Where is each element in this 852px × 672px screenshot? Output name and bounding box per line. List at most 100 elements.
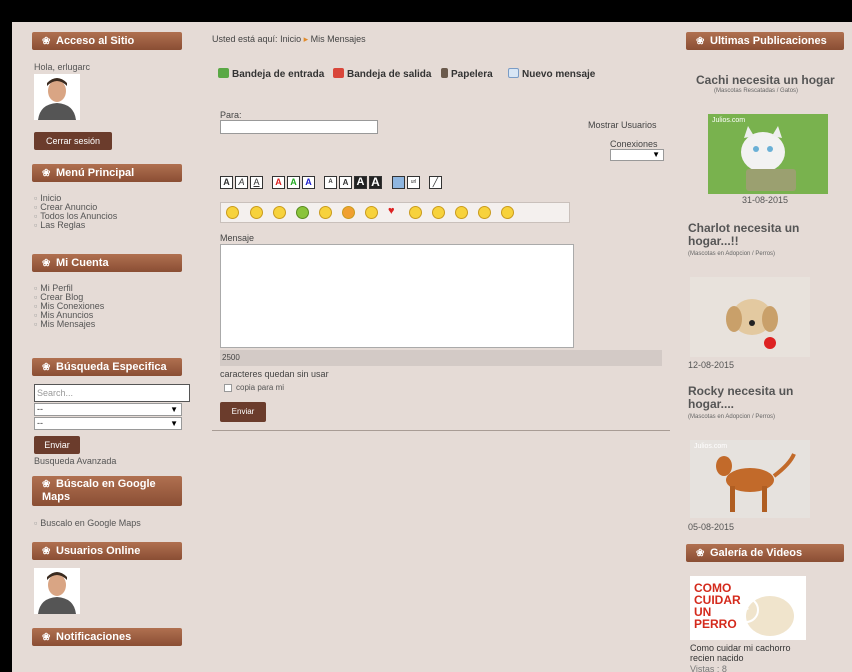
message-textarea[interactable]	[220, 244, 574, 348]
video-thumbnail[interactable]: COMO CUIDAR UN PERRO ▶	[690, 576, 806, 640]
emoticon-surprised-icon[interactable]	[342, 206, 355, 219]
emoticon-laugh-icon[interactable]	[501, 206, 514, 219]
dog-image	[690, 440, 810, 518]
notif-header: ❀ Notificaciones	[32, 628, 182, 646]
tab-papelera[interactable]: Papelera	[441, 68, 493, 80]
dropdown-arrow-icon: ▼	[170, 405, 178, 414]
format-italic-button[interactable]: A	[235, 176, 248, 189]
breadcrumb: Usted está aquí: Inicio ▸ Mis Mensajes	[212, 34, 366, 44]
trash-icon	[441, 68, 448, 78]
post-title[interactable]: Charlot necesita un hogar...!!	[688, 222, 838, 248]
clear-format-icon[interactable]: ╱	[429, 176, 442, 189]
online-user-avatar[interactable]	[34, 568, 80, 614]
paw-icon: ❀	[696, 548, 705, 559]
busqueda-header: ❀ Búsqueda Especifica	[32, 358, 182, 376]
dropdown-arrow-icon: ▼	[170, 419, 178, 428]
breadcrumb-separator-icon: ▸	[303, 34, 309, 44]
acceso-header: ❀ Acceso al Sitio	[32, 32, 182, 50]
paw-icon: ❀	[42, 632, 51, 643]
divider	[212, 430, 670, 431]
menu-item-reglas[interactable]: Las Reglas	[34, 221, 117, 230]
counter-text: caracteres quedan sin usar	[220, 369, 329, 379]
paw-icon: ❀	[42, 168, 51, 179]
page-frame: ❀ Acceso al Sitio Hola, erlugarc Cerrar s…	[12, 22, 852, 672]
search-input[interactable]: Search...	[34, 384, 190, 402]
breadcrumb-home-link[interactable]: Inicio	[280, 34, 301, 44]
emoticon-sad-icon[interactable]	[250, 206, 263, 219]
tab-bandeja-entrada[interactable]: Bandeja de entrada	[218, 68, 324, 80]
post-category: (Mascotas Rescatadas / Gatos)	[714, 88, 799, 94]
emoticon-shock-icon[interactable]	[455, 206, 468, 219]
conexiones-label: Conexiones	[610, 139, 658, 149]
format-bold-button[interactable]: A	[220, 176, 233, 189]
emoticon-bar: ♥	[220, 202, 570, 223]
post-date: 05-08-2015	[688, 522, 735, 532]
cuenta-item-mensajes[interactable]: Mis Mensajes	[34, 320, 104, 329]
video-views: Vistas : 8	[690, 664, 727, 672]
color-blue-button[interactable]: A	[302, 176, 315, 189]
emoticon-happy-icon[interactable]	[478, 206, 491, 219]
post-thumbnail[interactable]: Julios.com	[690, 440, 810, 518]
post-date: 12-08-2015	[688, 360, 735, 370]
logout-button[interactable]: Cerrar sesión	[34, 132, 112, 150]
post-date: 31-08-2015	[742, 195, 789, 205]
tab-bandeja-salida[interactable]: Bandeja de salida	[333, 68, 431, 80]
category-select[interactable]: -- ▼	[34, 403, 182, 416]
size-large-button[interactable]: A	[354, 176, 367, 189]
para-label: Para:	[220, 110, 242, 120]
message-tabs: Bandeja de entrada Bandeja de salida Pap…	[212, 68, 674, 80]
emoticon-smile-icon[interactable]	[226, 206, 239, 219]
emoticon-heart-icon[interactable]: ♥	[388, 205, 395, 217]
color-green-button[interactable]: A	[287, 176, 300, 189]
post-category: (Mascotas en Adopcion / Perros)	[688, 414, 776, 420]
emoticon-wink-icon[interactable]	[409, 206, 422, 219]
tab-nuevo-mensaje[interactable]: Nuevo mensaje	[508, 68, 595, 80]
paw-icon: ❀	[42, 36, 51, 47]
size-xlarge-button[interactable]: A	[369, 176, 382, 189]
search-submit-button[interactable]: Enviar	[34, 436, 80, 454]
puppy-image	[690, 277, 810, 357]
post-thumbnail[interactable]	[690, 277, 810, 357]
insert-image-icon[interactable]	[392, 176, 405, 189]
conexiones-select[interactable]: ▼	[610, 149, 664, 161]
format-underline-button[interactable]: A	[250, 176, 263, 189]
emoticon-angry-icon[interactable]	[319, 206, 332, 219]
avatar	[34, 74, 80, 120]
publicaciones-header: ❀ Ultimas Publicaciones	[686, 32, 844, 50]
copia-checkbox[interactable]	[224, 384, 232, 392]
post-title[interactable]: Rocky necesita un hogar....	[688, 385, 838, 411]
emoticon-tongue-icon[interactable]	[273, 206, 286, 219]
send-message-button[interactable]: Enviar	[220, 402, 266, 422]
emoticon-grin-icon[interactable]	[432, 206, 445, 219]
kitten-image	[708, 114, 828, 194]
copia-label: copia para mi	[236, 383, 285, 392]
size-medium-button[interactable]: A	[339, 176, 352, 189]
play-icon: ▶	[740, 601, 750, 615]
user-avatar-icon	[34, 74, 80, 120]
greeting: Hola, erlugarc	[34, 62, 91, 72]
post-thumbnail[interactable]: Julios.com	[708, 114, 828, 194]
video-caption[interactable]: Como cuidar mi cachorro recien nacido	[690, 643, 800, 663]
subcategory-select[interactable]: -- ▼	[34, 417, 182, 430]
insert-link-icon[interactable]: url	[407, 176, 420, 189]
paw-icon: ❀	[696, 36, 705, 47]
cuenta-header: ❀ Mi Cuenta	[32, 254, 182, 272]
videos-header: ❀ Galería de Videos	[686, 544, 844, 562]
maps-item[interactable]: Buscalo en Google Maps	[34, 519, 141, 528]
paw-icon: ❀	[42, 258, 51, 269]
maps-list: Buscalo en Google Maps	[34, 519, 141, 528]
inbox-icon	[218, 68, 229, 78]
recipient-input[interactable]	[220, 120, 378, 134]
post-title[interactable]: Cachi necesita un hogar	[696, 74, 835, 87]
size-small-button[interactable]: A	[324, 176, 337, 189]
color-red-button[interactable]: A	[272, 176, 285, 189]
mostrar-usuarios-link[interactable]: Mostrar Usuarios	[588, 120, 657, 130]
busqueda-avanzada-link[interactable]: Busqueda Avanzada	[34, 456, 116, 466]
paw-icon: ❀	[42, 479, 51, 490]
char-counter: 2500	[220, 350, 662, 366]
emoticon-cool-icon[interactable]	[365, 206, 378, 219]
emoticon-sick-icon[interactable]	[296, 206, 309, 219]
online-header: ❀ Usuarios Online	[32, 542, 182, 560]
menu-list: Inicio Crear Anuncio Todos los Anuncios …	[34, 194, 117, 230]
post-category: (Mascotas en Adopcion / Perros)	[688, 251, 776, 257]
